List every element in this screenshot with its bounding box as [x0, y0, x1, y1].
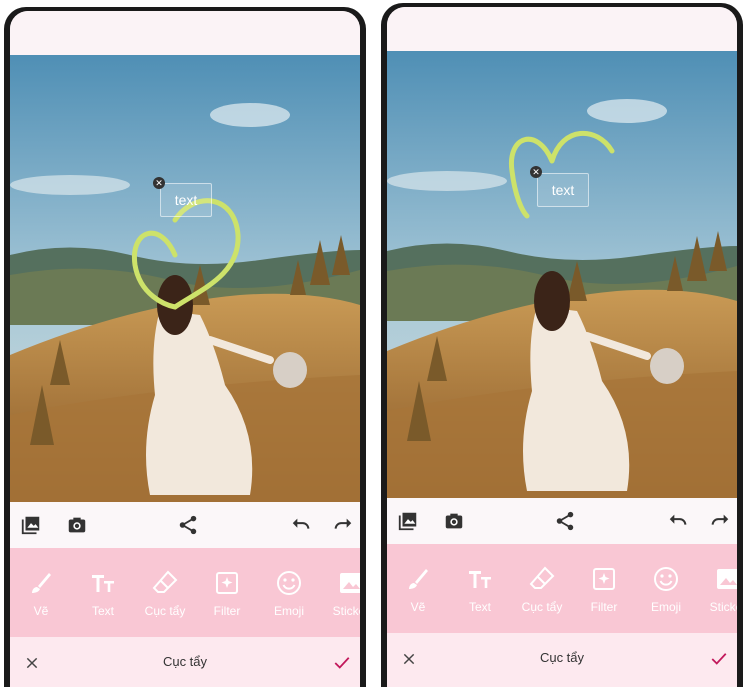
checkmark-icon[interactable]: [330, 651, 354, 675]
bottom-bar: Cục tẩy: [10, 637, 360, 687]
brush-icon: [403, 564, 433, 594]
tool-eraser-label: Cục tẩy: [144, 603, 186, 618]
phone-left: text ✕ Vẽ Text Cục tẩy Filter Emoji Stic…: [4, 7, 366, 687]
bottom-bar-title: Cục tẩy: [539, 650, 585, 665]
tool-draw[interactable]: Vẽ: [387, 544, 449, 633]
bottom-bar: Cục tẩy: [387, 633, 737, 687]
redo-icon[interactable]: [328, 510, 358, 540]
tool-sticker[interactable]: Sticker: [697, 544, 737, 633]
tool-text[interactable]: Text: [449, 544, 511, 633]
phone-right: text ✕ Vẽ Text Cục tẩy Filter Emoji Stic…: [381, 3, 743, 687]
text-sticker[interactable]: text: [160, 183, 212, 217]
tool-text-label: Text: [468, 599, 491, 614]
tool-bar: Vẽ Text Cục tẩy Filter Emoji Sticker: [10, 548, 360, 637]
tool-emoji[interactable]: Emoji: [258, 548, 320, 637]
sticker-icon: [336, 568, 360, 598]
share-icon[interactable]: [550, 506, 580, 536]
action-bar: [387, 498, 737, 544]
filter-icon: [589, 564, 619, 594]
photo-canvas[interactable]: text ✕: [387, 51, 737, 498]
brush-icon: [26, 568, 56, 598]
tool-eraser[interactable]: Cục tẩy: [511, 544, 573, 633]
camera-icon[interactable]: [439, 506, 469, 536]
tool-sticker[interactable]: Sticker: [320, 548, 360, 637]
checkmark-icon[interactable]: [707, 647, 731, 671]
tool-sticker-label: Sticker: [709, 599, 737, 614]
tool-emoji-label: Emoji: [650, 599, 681, 614]
screen-left: text ✕ Vẽ Text Cục tẩy Filter Emoji Stic…: [10, 11, 360, 687]
redo-icon[interactable]: [705, 506, 735, 536]
eraser-icon: [150, 568, 180, 598]
gallery-icon[interactable]: [393, 506, 423, 536]
text-icon: [465, 564, 495, 594]
screen-right: text ✕ Vẽ Text Cục tẩy Filter Emoji Stic…: [387, 7, 737, 687]
tool-filter-label: Filter: [213, 603, 241, 618]
gallery-icon[interactable]: [16, 510, 46, 540]
status-area: [10, 11, 360, 55]
emoji-icon: [651, 564, 681, 594]
undo-icon[interactable]: [286, 510, 316, 540]
text-icon: [88, 568, 118, 598]
camera-icon[interactable]: [62, 510, 92, 540]
filter-icon: [212, 568, 242, 598]
emoji-icon: [274, 568, 304, 598]
tool-emoji[interactable]: Emoji: [635, 544, 697, 633]
share-icon[interactable]: [173, 510, 203, 540]
tool-filter[interactable]: Filter: [196, 548, 258, 637]
sticker-icon: [713, 564, 737, 594]
photo-canvas[interactable]: text ✕: [10, 55, 360, 502]
tool-eraser[interactable]: Cục tẩy: [134, 548, 196, 637]
tool-draw[interactable]: Vẽ: [10, 548, 72, 637]
text-sticker-label: text: [551, 182, 575, 198]
tool-eraser-label: Cục tẩy: [521, 599, 563, 614]
action-bar: [10, 502, 360, 548]
close-icon[interactable]: ✕: [530, 166, 542, 178]
status-area: [387, 7, 737, 51]
close-icon[interactable]: ✕: [153, 177, 165, 189]
tool-emoji-label: Emoji: [273, 603, 304, 618]
tool-draw-label: Vẽ: [410, 599, 426, 614]
tool-filter-label: Filter: [590, 599, 618, 614]
tool-sticker-label: Sticker: [332, 603, 360, 618]
tool-draw-label: Vẽ: [33, 603, 49, 618]
tool-bar: Vẽ Text Cục tẩy Filter Emoji Sticker: [387, 544, 737, 633]
tool-text-label: Text: [91, 603, 114, 618]
text-sticker-label: text: [174, 192, 198, 208]
bottom-bar-title: Cục tẩy: [162, 654, 208, 669]
tool-text[interactable]: Text: [72, 548, 134, 637]
tool-filter[interactable]: Filter: [573, 544, 635, 633]
eraser-icon: [527, 564, 557, 594]
text-sticker[interactable]: text: [537, 173, 589, 207]
undo-icon[interactable]: [663, 506, 693, 536]
